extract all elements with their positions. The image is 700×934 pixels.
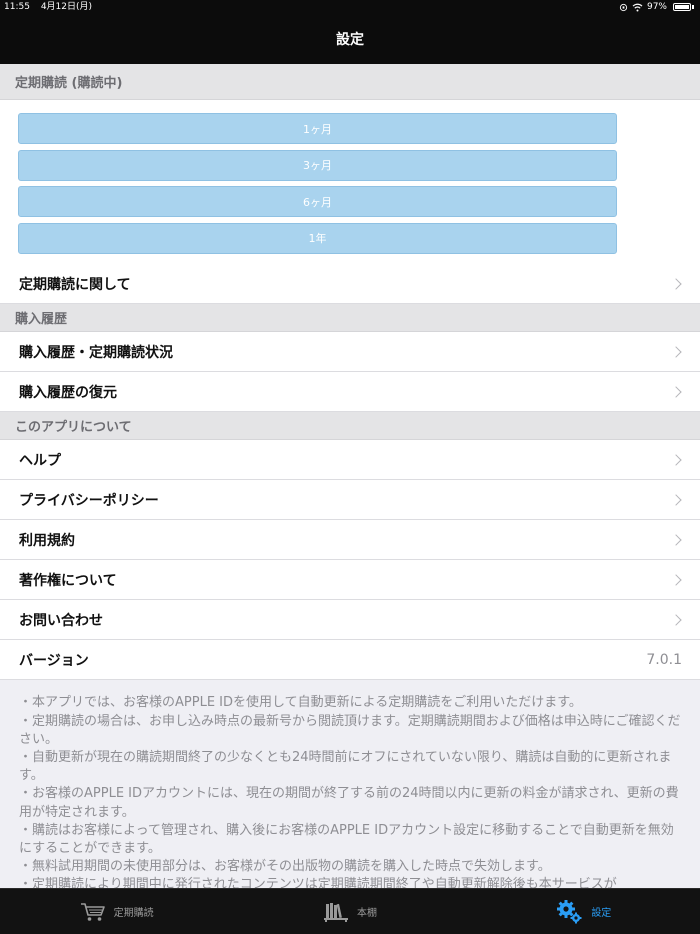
bookshelf-icon — [323, 902, 348, 922]
row-label: お問い合わせ — [19, 612, 103, 629]
battery-percent: 97% — [646, 2, 667, 12]
wifi-icon — [632, 3, 643, 11]
note-text: ・定期購読の場合は、お申し込み時点の最新号から閲読頂けます。定期購読期間および価… — [19, 713, 681, 747]
tab-label: 設定 — [591, 908, 612, 919]
note-text: ・お客様のAPPLE IDアカウントには、現在の期間が終了する前の24時間以内に… — [19, 786, 679, 820]
plan-button-1-month[interactable]: 1ヶ月 — [18, 113, 617, 144]
cart-icon — [80, 902, 105, 921]
row-help[interactable]: ヘルプ — [0, 440, 700, 481]
nav-bar: 設定 — [0, 14, 700, 64]
note-text: ・購読はお客様によって管理され、購入後にお客様のAPPLE IDアカウント設定に… — [19, 822, 674, 856]
chevron-right-icon — [670, 386, 682, 398]
section-header-history: 購入履歴 — [0, 304, 700, 333]
chevron-right-icon — [670, 494, 682, 506]
tab-subscription[interactable]: 定期購読 — [0, 889, 233, 934]
tab-bookshelf[interactable]: 本棚 — [233, 889, 466, 934]
tab-settings[interactable]: 設定 — [467, 889, 700, 934]
section-header-about-app: このアプリについて — [0, 412, 700, 441]
version-label: バージョン — [19, 652, 89, 669]
row-purchase-history[interactable]: 購入履歴・定期購読状況 — [0, 332, 700, 373]
row-version: バージョン 7.0.1 — [0, 640, 700, 681]
status-date: 4月12日(月) — [40, 2, 93, 12]
row-label: 著作権について — [19, 572, 117, 589]
plan-button-1-year[interactable]: 1年 — [18, 222, 617, 254]
row-label: ヘルプ — [19, 452, 61, 469]
row-label: プライバシーポリシー — [19, 492, 159, 509]
section-header-subscription: 定期購読 (購読中) — [0, 64, 700, 100]
tab-bar: 定期購読 本棚 設定 — [0, 888, 700, 934]
row-label: 購入履歴・定期購読状況 — [19, 344, 173, 361]
status-bar: 11:55 4月12日(月) 97% — [0, 0, 700, 14]
row-privacy-policy[interactable]: プライバシーポリシー — [0, 480, 700, 521]
row-label: 利用規約 — [19, 532, 75, 549]
settings-list[interactable]: 定期購読 (購読中) 1ヶ月 3ヶ月 6ヶ月 1年 定期購読に関して 購入履歴 … — [0, 64, 700, 888]
row-copyright[interactable]: 著作権について — [0, 560, 700, 601]
chevron-right-icon — [670, 454, 682, 466]
row-contact[interactable]: お問い合わせ — [0, 600, 700, 641]
gear-icon — [557, 899, 582, 923]
subscription-notes: ・本アプリでは、お客様のAPPLE IDを使用して自動更新による定期購読をご利用… — [0, 680, 700, 888]
chevron-right-icon — [670, 534, 682, 546]
orientation-lock-icon — [619, 3, 628, 11]
row-label: 購入履歴の復元 — [19, 384, 117, 401]
version-value: 7.0.1 — [646, 651, 682, 668]
row-terms-of-use[interactable]: 利用規約 — [0, 520, 700, 561]
plan-button-3-months[interactable]: 3ヶ月 — [18, 149, 617, 181]
tab-label: 定期購読 — [113, 908, 154, 919]
chevron-right-icon — [670, 614, 682, 626]
chevron-right-icon — [670, 574, 682, 586]
battery-icon — [673, 3, 691, 11]
plan-button-6-months[interactable]: 6ヶ月 — [18, 186, 617, 218]
row-subscription-about[interactable]: 定期購読に関して — [0, 264, 700, 305]
note-text: ・無料試用期間の未使用部分は、お客様がその出版物の購読を購入した時点で失効します… — [19, 859, 551, 875]
tab-label: 本棚 — [356, 908, 377, 919]
note-text: ・本アプリでは、お客様のAPPLE IDを使用して自動更新による定期購読をご利用… — [19, 695, 582, 711]
row-restore-purchases[interactable]: 購入履歴の復元 — [0, 372, 700, 413]
row-label: 定期購読に関して — [19, 276, 131, 293]
chevron-right-icon — [670, 346, 682, 358]
note-text: ・自動更新が現在の購読期間終了の少なくとも24時間前にオフにされていない限り、購… — [19, 749, 672, 784]
subscription-plans: 1ヶ月 3ヶ月 6ヶ月 1年 — [0, 100, 700, 265]
status-time: 11:55 — [4, 2, 30, 12]
page-title: 設定 — [336, 32, 364, 48]
note-text: ・定期購読により期間中に発行されたコンテンツは定期購読期間終了や自動更新解除後も… — [19, 877, 617, 888]
chevron-right-icon — [670, 278, 682, 290]
